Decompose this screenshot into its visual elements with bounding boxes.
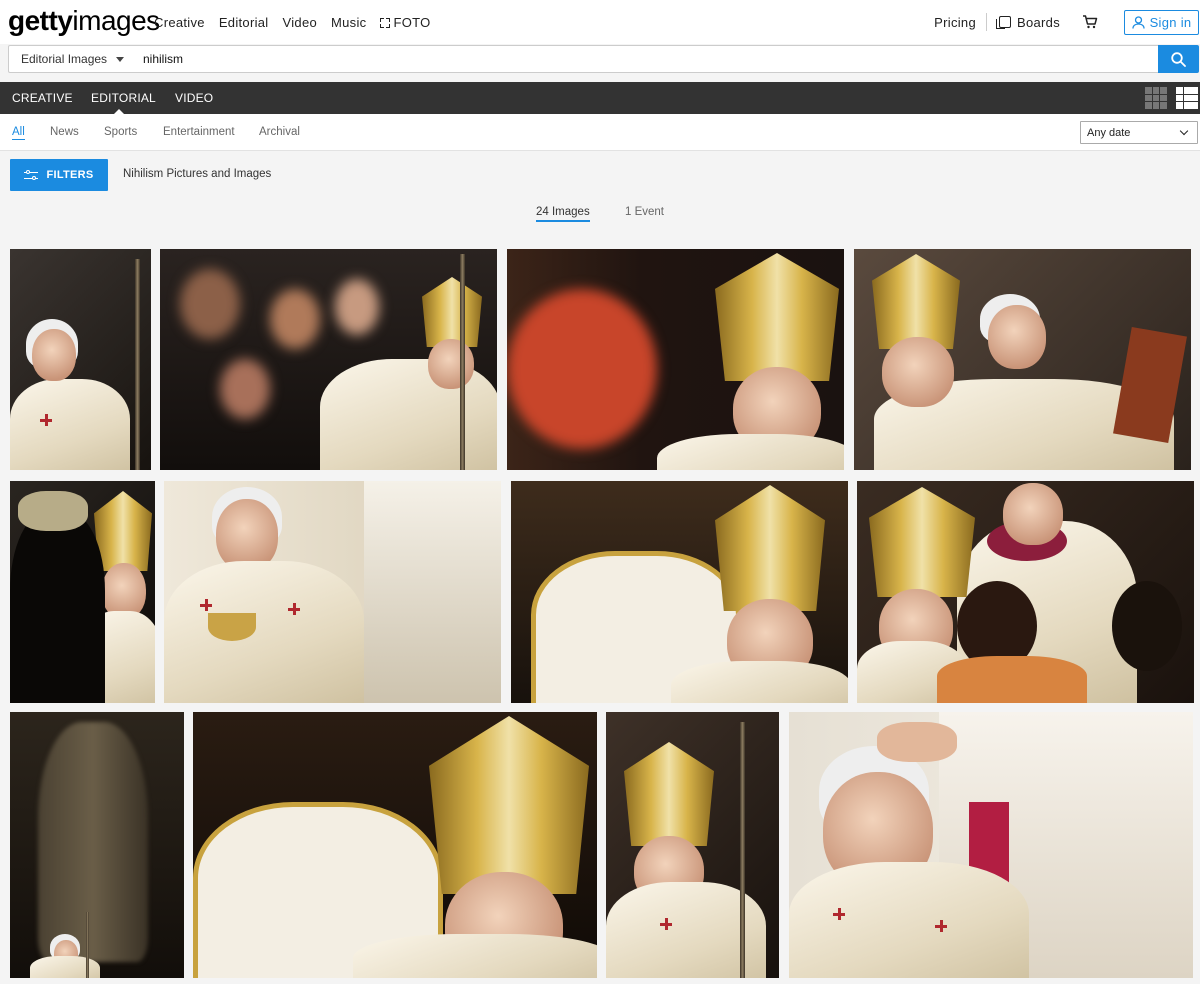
image-result[interactable] [854, 249, 1191, 470]
search-input[interactable] [135, 45, 1159, 73]
image-result[interactable] [164, 481, 501, 703]
masonry-grid-icon[interactable] [1176, 87, 1198, 109]
image-result[interactable] [511, 481, 848, 703]
nav-music[interactable]: Music [331, 15, 366, 30]
nav-divider [986, 13, 987, 31]
filter-tab-all[interactable]: All [12, 126, 25, 140]
nav-creative[interactable]: Creative [154, 15, 205, 30]
boards-link[interactable]: Boards [996, 14, 1060, 30]
main-nav: Creative Editorial Video Music FOTO [154, 15, 431, 30]
tab-creative[interactable]: CREATIVE [12, 91, 73, 105]
sliders-icon [24, 169, 39, 181]
boards-label: Boards [1017, 14, 1060, 30]
tab-editorial[interactable]: EDITORIAL [91, 91, 156, 105]
search-icon [1171, 51, 1186, 67]
search-type-label: Editorial Images [21, 52, 108, 66]
signin-label: Sign in [1149, 14, 1192, 30]
image-result[interactable] [507, 249, 844, 470]
image-result[interactable] [160, 249, 497, 470]
image-result[interactable] [10, 481, 155, 703]
filter-tab-sports[interactable]: Sports [104, 126, 137, 138]
image-result[interactable] [789, 712, 1193, 978]
mosaic-grid-icon[interactable] [1145, 87, 1167, 109]
nav-editorial[interactable]: Editorial [219, 15, 269, 30]
date-filter-value: Any date [1087, 126, 1131, 139]
signin-button[interactable]: Sign in [1124, 9, 1199, 35]
search-button[interactable] [1158, 45, 1199, 73]
caret-down-icon [116, 56, 125, 62]
search-bar: Editorial Images [8, 45, 1199, 73]
filters-label: FILTERS [46, 169, 94, 181]
filter-tabs: All News Sports Entertainment Archival [0, 114, 1200, 151]
image-result[interactable] [10, 249, 151, 470]
user-icon [1131, 15, 1145, 29]
content-type-bar: CREATIVE EDITORIAL VIDEO [0, 82, 1200, 114]
date-filter-select[interactable]: Any date [1080, 121, 1198, 144]
boards-icon [996, 16, 1011, 29]
image-result[interactable] [10, 712, 184, 978]
filter-tab-entertainment[interactable]: Entertainment [163, 126, 235, 138]
nav-foto-label: FOTO [393, 15, 431, 30]
tab-images[interactable]: 24 Images [536, 206, 590, 222]
image-result[interactable] [193, 712, 597, 978]
tab-video[interactable]: VIDEO [175, 91, 213, 105]
image-result[interactable] [857, 481, 1194, 703]
filters-button[interactable]: FILTERS [10, 159, 108, 191]
cart-icon[interactable] [1082, 14, 1098, 30]
getty-logo[interactable]: gettyimages [8, 6, 160, 36]
image-result[interactable] [606, 712, 779, 978]
filter-tab-archival[interactable]: Archival [259, 126, 300, 138]
tab-events[interactable]: 1 Event [625, 206, 664, 218]
filter-tab-news[interactable]: News [50, 126, 79, 138]
page-title: Nihilism Pictures and Images [123, 168, 272, 180]
search-type-select[interactable]: Editorial Images [8, 45, 136, 73]
account-nav: Pricing Boards Sign in [934, 0, 1200, 44]
header: gettyimages Creative Editorial Video Mus… [0, 0, 1200, 44]
chevron-down-icon [1179, 126, 1189, 136]
nav-foto[interactable]: FOTO [380, 15, 430, 30]
pricing-link[interactable]: Pricing [934, 15, 976, 30]
fullscreen-icon [380, 17, 391, 28]
nav-video[interactable]: Video [282, 15, 317, 30]
